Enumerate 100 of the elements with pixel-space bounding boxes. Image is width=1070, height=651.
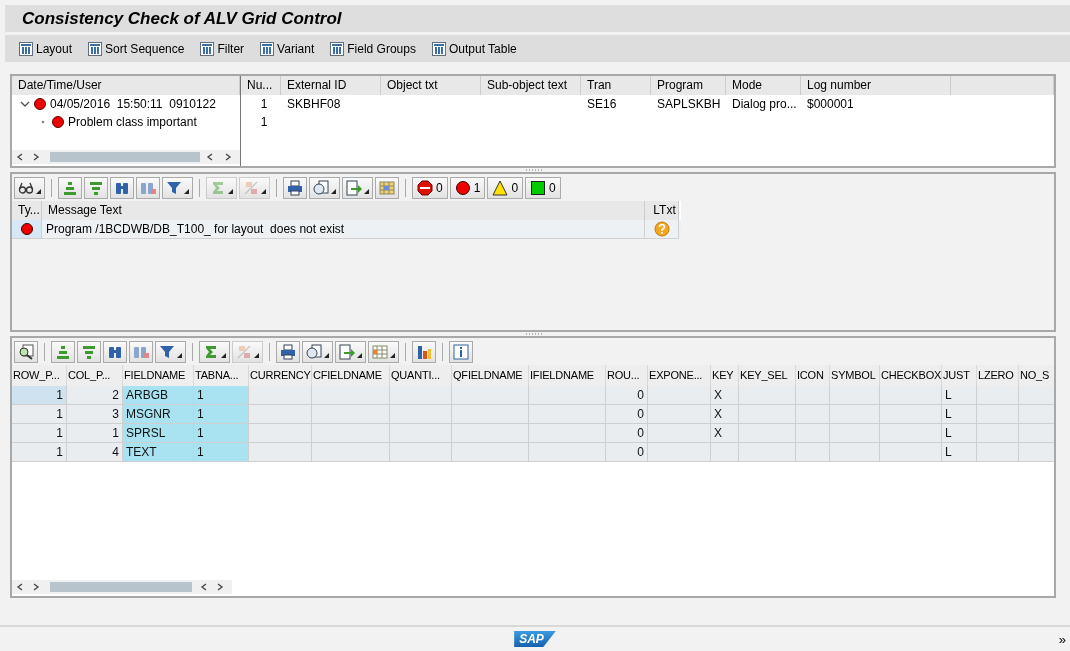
layout-button[interactable] xyxy=(375,176,399,199)
column-header[interactable]: TABNA... xyxy=(194,365,249,386)
column-header[interactable]: NO_S xyxy=(1019,365,1054,386)
info-icon xyxy=(453,343,469,360)
export-button[interactable] xyxy=(335,340,366,363)
column-header[interactable]: Sub-object text xyxy=(481,76,581,95)
error-light-icon xyxy=(51,115,65,129)
column-header[interactable]: External ID xyxy=(281,76,381,95)
toolbar-button[interactable]: Filter xyxy=(200,41,245,56)
column-header[interactable]: SYMBOL xyxy=(830,365,880,386)
column-header[interactable]: CHECKBOX xyxy=(880,365,942,386)
sort-descending-button[interactable] xyxy=(84,176,108,199)
tree-node-text[interactable]: 04/05/2016 15:50:11 0910122 xyxy=(50,97,216,111)
toolbar-button[interactable]: Layout xyxy=(19,41,73,56)
message-count-button[interactable]: 0 xyxy=(525,176,561,199)
column-header[interactable]: ICON xyxy=(796,365,830,386)
print-button[interactable] xyxy=(276,340,300,363)
dropdown-icon xyxy=(254,352,259,358)
message-count-button[interactable]: 0 xyxy=(412,176,448,199)
info-button[interactable] xyxy=(449,340,473,363)
filter-button[interactable] xyxy=(155,340,186,363)
tree-node-text[interactable]: Problem class important xyxy=(68,115,197,129)
toolbar-button[interactable]: Field Groups xyxy=(330,41,416,56)
dropdown-icon xyxy=(331,188,336,194)
column-header[interactable]: COL_P... xyxy=(67,365,123,386)
sort-ascending-button[interactable] xyxy=(51,340,75,363)
toolbar-button[interactable]: Variant xyxy=(260,41,315,56)
column-header[interactable]: Object txt xyxy=(381,76,481,95)
find-button[interactable] xyxy=(103,340,127,363)
splitter-handle[interactable] xyxy=(525,332,545,336)
sort-ascending-icon xyxy=(55,343,71,360)
column-header[interactable]: Message Text xyxy=(42,201,645,220)
print-button[interactable] xyxy=(283,176,307,199)
table-cell: SAPLSKBH xyxy=(657,97,721,111)
toolbar-button[interactable]: Sort Sequence xyxy=(88,41,185,56)
horizontal-scrollbar[interactable] xyxy=(12,580,232,594)
dropdown-icon xyxy=(177,352,182,358)
column-header[interactable]: KEY_SEL xyxy=(739,365,796,386)
table-cell: 4 xyxy=(67,443,123,462)
dropdown-icon xyxy=(228,188,233,194)
dropdown-icon xyxy=(184,188,189,194)
table-cell: 1 xyxy=(194,386,249,405)
subtotal-button[interactable] xyxy=(239,176,270,199)
column-header[interactable]: JUST xyxy=(942,365,977,386)
details-button[interactable] xyxy=(14,176,45,199)
message-count-button[interactable]: 1 xyxy=(449,176,486,199)
table-cell: 0 xyxy=(606,386,648,405)
table-cell: 1 xyxy=(12,443,67,462)
column-header[interactable]: Mode xyxy=(726,76,801,95)
column-header[interactable]: ROW_P... xyxy=(12,365,67,386)
table-cell: 0 xyxy=(606,424,648,443)
column-header[interactable]: FIELDNAME xyxy=(123,365,194,386)
column-header[interactable]: CFIELDNAME xyxy=(312,365,390,386)
sort-ascending-button[interactable] xyxy=(58,176,82,199)
printer-icon xyxy=(287,179,303,196)
column-header[interactable]: EXPONE... xyxy=(648,365,711,386)
column-header[interactable]: IFIELDNAME xyxy=(529,365,606,386)
column-header[interactable]: QFIELDNAME xyxy=(452,365,529,386)
details-button[interactable] xyxy=(14,340,38,363)
layout-button[interactable] xyxy=(368,340,399,363)
table-cell: 0 xyxy=(606,443,648,462)
dropdown-icon xyxy=(357,352,362,358)
table-icon xyxy=(372,343,388,360)
column-header[interactable]: Ty... xyxy=(12,201,42,220)
subtotal-button[interactable] xyxy=(232,340,263,363)
find-next-button[interactable] xyxy=(129,340,153,363)
sum-button[interactable] xyxy=(206,176,237,199)
column-header[interactable]: Program xyxy=(651,76,726,95)
views-button[interactable] xyxy=(309,176,340,199)
column-header[interactable]: Tran xyxy=(581,76,651,95)
column-header[interactable]: Log number xyxy=(801,76,951,95)
column-header[interactable]: LTxt xyxy=(645,201,679,220)
toolbar-button[interactable]: Output Table xyxy=(431,41,517,56)
document-icon xyxy=(306,343,322,360)
help-icon[interactable] xyxy=(653,221,670,237)
table-cell: 1 xyxy=(12,386,67,405)
column-header[interactable]: QUANTI... xyxy=(390,365,452,386)
horizontal-scrollbar[interactable] xyxy=(12,150,240,164)
find-button[interactable] xyxy=(110,176,134,199)
column-header[interactable]: Nu... xyxy=(241,76,281,95)
table-cell: 1 xyxy=(12,424,67,443)
column-header[interactable]: Date/Time/User xyxy=(12,76,240,95)
table-cell: L xyxy=(942,405,977,424)
message-count-button[interactable]: 0 xyxy=(487,176,524,199)
sum-button[interactable] xyxy=(199,340,230,363)
find-next-button[interactable] xyxy=(136,176,160,199)
export-button[interactable] xyxy=(342,176,373,199)
table-cell: TEXT xyxy=(123,443,194,462)
splitter-handle[interactable] xyxy=(525,168,545,172)
column-header[interactable]: KEY xyxy=(711,365,739,386)
table-cell: ARBGB xyxy=(123,386,194,405)
expand-button[interactable]: » xyxy=(1058,631,1066,647)
table-cell: L xyxy=(942,443,977,462)
column-header[interactable]: CURRENCY xyxy=(249,365,312,386)
chart-button[interactable] xyxy=(412,340,436,363)
sort-descending-button[interactable] xyxy=(77,340,101,363)
column-header[interactable]: ROU... xyxy=(606,365,648,386)
filter-button[interactable] xyxy=(162,176,193,199)
views-button[interactable] xyxy=(302,340,333,363)
column-header[interactable]: LZERO xyxy=(977,365,1019,386)
